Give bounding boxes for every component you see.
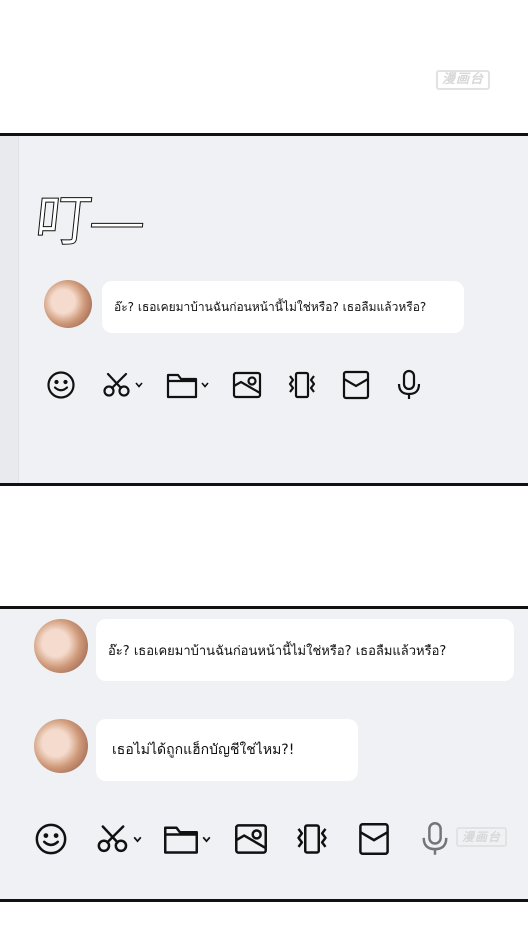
- smile-icon: [47, 371, 75, 399]
- message-text: อ๊ะ? เธอเคยมาบ้านฉันก่อนหน้านี้ไม่ใช่หรื…: [114, 299, 427, 314]
- voice-button[interactable]: [420, 821, 450, 857]
- chat-toolbar: [34, 821, 450, 857]
- shake-button[interactable]: [294, 822, 330, 856]
- chat-panel-1: 叮— อ๊ะ? เธอเคยมาบ้านฉันก่อนหน้านี้ไม่ใช่…: [0, 133, 528, 486]
- sound-effect-text: 叮—: [32, 189, 148, 255]
- message-bubble: เธอไม่ได้ถูกแฮ็กบัญชีใช่ไหม?!: [96, 719, 358, 781]
- shake-icon: [297, 824, 327, 854]
- watermark-logo: 漫画台: [456, 827, 508, 847]
- message-text: เธอไม่ได้ถูกแฮ็กบัญชีใช่ไหม?!: [112, 742, 295, 758]
- screenshot-button[interactable]: [96, 822, 143, 856]
- envelope-icon: [359, 823, 389, 855]
- message-bubble: อ๊ะ? เธอเคยมาบ้านฉันก่อนหน้านี้ไม่ใช่หรื…: [102, 281, 464, 333]
- chevron-down-icon: [201, 382, 209, 388]
- red-packet-button[interactable]: [342, 370, 370, 400]
- image-icon: [232, 371, 262, 399]
- avatar: [34, 719, 88, 773]
- avatar: [44, 280, 92, 328]
- file-button[interactable]: [166, 371, 210, 399]
- file-button[interactable]: [163, 823, 212, 855]
- microphone-icon: [397, 369, 421, 399]
- envelope-icon: [342, 370, 370, 400]
- message-text: อ๊ะ? เธอเคยมาบ้านฉันก่อนหน้านี้ไม่ใช่หรื…: [108, 643, 447, 659]
- scissors-icon: [97, 825, 128, 853]
- shake-button[interactable]: [286, 370, 318, 400]
- sidebar-strip: [0, 136, 19, 483]
- red-packet-button[interactable]: [358, 822, 390, 856]
- screenshot-button[interactable]: [102, 370, 144, 400]
- chat-toolbar: [46, 369, 422, 401]
- scissors-icon: [103, 372, 130, 397]
- chevron-down-icon: [133, 836, 142, 843]
- folder-icon: [166, 373, 198, 399]
- folder-icon: [164, 826, 198, 854]
- smile-icon: [35, 823, 67, 855]
- image-button[interactable]: [232, 371, 262, 399]
- image-icon: [235, 824, 267, 854]
- avatar: [34, 619, 88, 673]
- emoji-button[interactable]: [46, 370, 76, 400]
- chevron-down-icon: [202, 836, 211, 843]
- microphone-icon: [422, 822, 448, 855]
- emoji-button[interactable]: [34, 822, 68, 856]
- shake-icon: [288, 371, 316, 399]
- watermark-logo: 漫画台: [436, 70, 491, 90]
- chevron-down-icon: [135, 382, 143, 388]
- chat-panel-2: อ๊ะ? เธอเคยมาบ้านฉันก่อนหน้านี้ไม่ใช่หรื…: [0, 606, 528, 902]
- message-bubble: อ๊ะ? เธอเคยมาบ้านฉันก่อนหน้านี้ไม่ใช่หรื…: [96, 619, 514, 681]
- image-button[interactable]: [234, 823, 268, 855]
- voice-button[interactable]: [396, 369, 422, 401]
